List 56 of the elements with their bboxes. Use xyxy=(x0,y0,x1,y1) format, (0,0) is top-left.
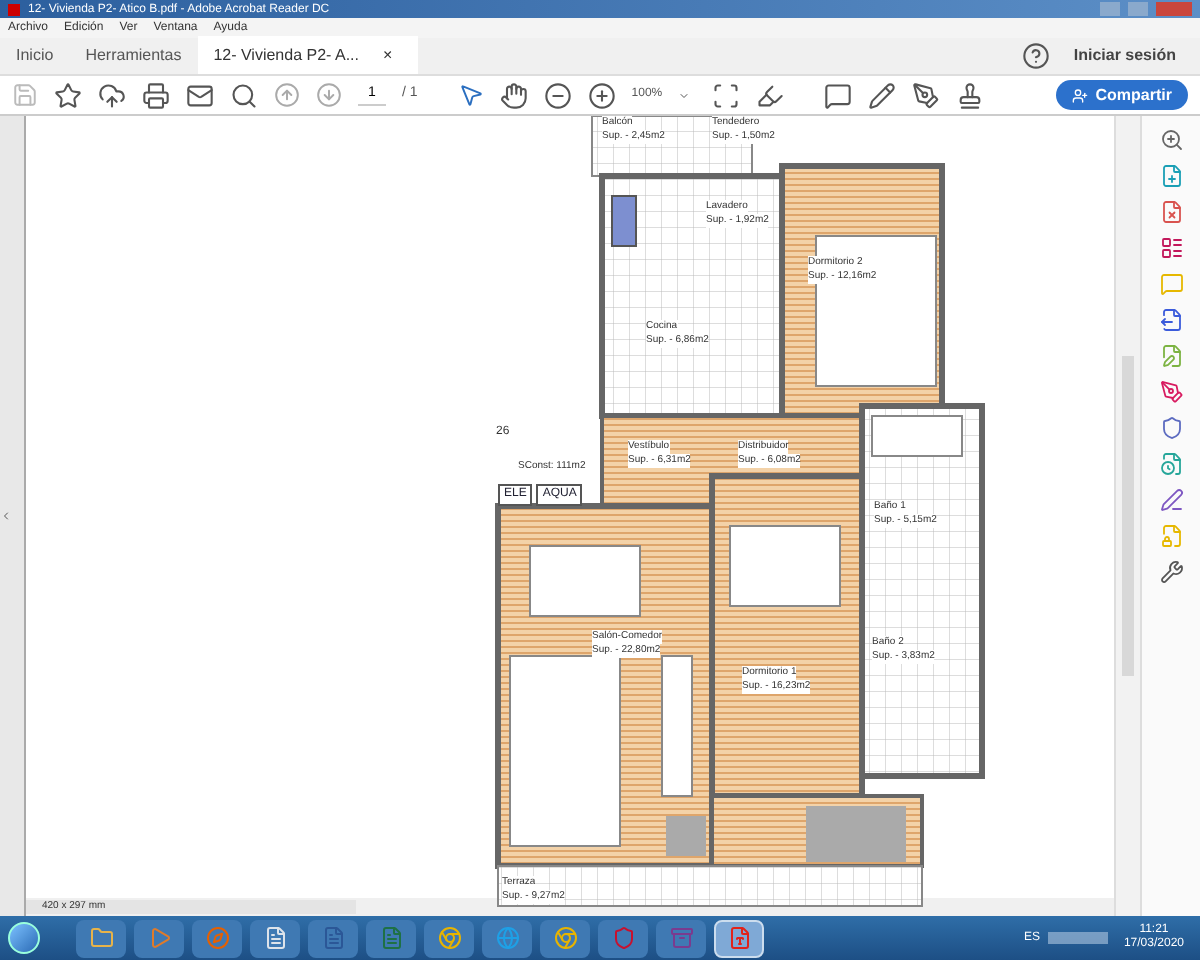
comment-icon[interactable] xyxy=(823,81,852,109)
fit-page-icon[interactable] xyxy=(711,81,740,109)
pointer-icon[interactable] xyxy=(457,82,484,108)
play-icon xyxy=(147,926,171,950)
file-export-icon[interactable] xyxy=(1159,308,1183,332)
pen-icon[interactable] xyxy=(1159,380,1183,404)
zoom-in-icon[interactable] xyxy=(1159,128,1183,152)
caret-icon[interactable] xyxy=(678,89,691,101)
layout-icon[interactable] xyxy=(1159,236,1183,260)
upload-icon[interactable] xyxy=(98,81,126,109)
star-icon[interactable] xyxy=(54,81,82,109)
tab[interactable]: Herramientas xyxy=(69,36,198,74)
help-icon[interactable] xyxy=(1021,42,1050,70)
scrollbar-thumb[interactable] xyxy=(1122,356,1134,676)
chrome-icon xyxy=(553,926,577,950)
file-edit-icon[interactable] xyxy=(1159,344,1183,368)
hand-icon[interactable] xyxy=(499,81,528,109)
scrollbar[interactable] xyxy=(1114,116,1140,916)
chevron-left-icon[interactable] xyxy=(0,510,12,522)
wrench-icon[interactable] xyxy=(1159,560,1183,584)
pen-icon[interactable] xyxy=(911,81,940,109)
folder-icon xyxy=(89,926,113,950)
tab[interactable]: 12- Vivienda P2- A... × xyxy=(197,36,418,74)
start-button[interactable] xyxy=(8,922,40,954)
search-icon[interactable] xyxy=(230,81,258,109)
file-clock-icon[interactable] xyxy=(1159,452,1183,476)
share-button[interactable]: Compartir xyxy=(1055,80,1188,110)
shield-icon xyxy=(611,926,635,950)
document-icon xyxy=(379,926,403,950)
file-plus-icon[interactable] xyxy=(1159,164,1183,188)
taskbar-button[interactable] xyxy=(424,919,474,957)
pen-icon[interactable] xyxy=(1159,488,1183,512)
taskbar-button[interactable] xyxy=(76,919,126,957)
highlighter-icon[interactable] xyxy=(755,81,784,109)
stamp-icon[interactable] xyxy=(955,81,984,109)
chrome-icon xyxy=(437,926,461,950)
taskbar-button[interactable] xyxy=(250,919,300,957)
previous-page-icon[interactable] xyxy=(274,82,300,108)
taskbar-button[interactable] xyxy=(714,919,764,957)
file-icon[interactable] xyxy=(1159,200,1183,224)
user-icon xyxy=(1071,87,1088,103)
tab[interactable]: Inicio xyxy=(0,36,70,74)
pencil-icon[interactable] xyxy=(867,81,896,109)
zoom-in-icon[interactable] xyxy=(587,81,616,109)
taskbar-button[interactable] xyxy=(482,919,532,957)
print-icon[interactable] xyxy=(142,81,170,109)
document-icon xyxy=(321,926,345,950)
archive-icon xyxy=(669,926,693,950)
next-page-icon[interactable] xyxy=(316,82,342,108)
sign-in-link[interactable]: Iniciar sesión xyxy=(1073,44,1176,68)
zoom-out-icon[interactable] xyxy=(543,81,572,109)
document-icon xyxy=(263,926,287,950)
shield-icon[interactable] xyxy=(1159,416,1183,440)
taskbar-button[interactable] xyxy=(540,919,590,957)
mail-icon[interactable] xyxy=(186,81,214,109)
close-tab-button[interactable]: × xyxy=(383,43,393,67)
